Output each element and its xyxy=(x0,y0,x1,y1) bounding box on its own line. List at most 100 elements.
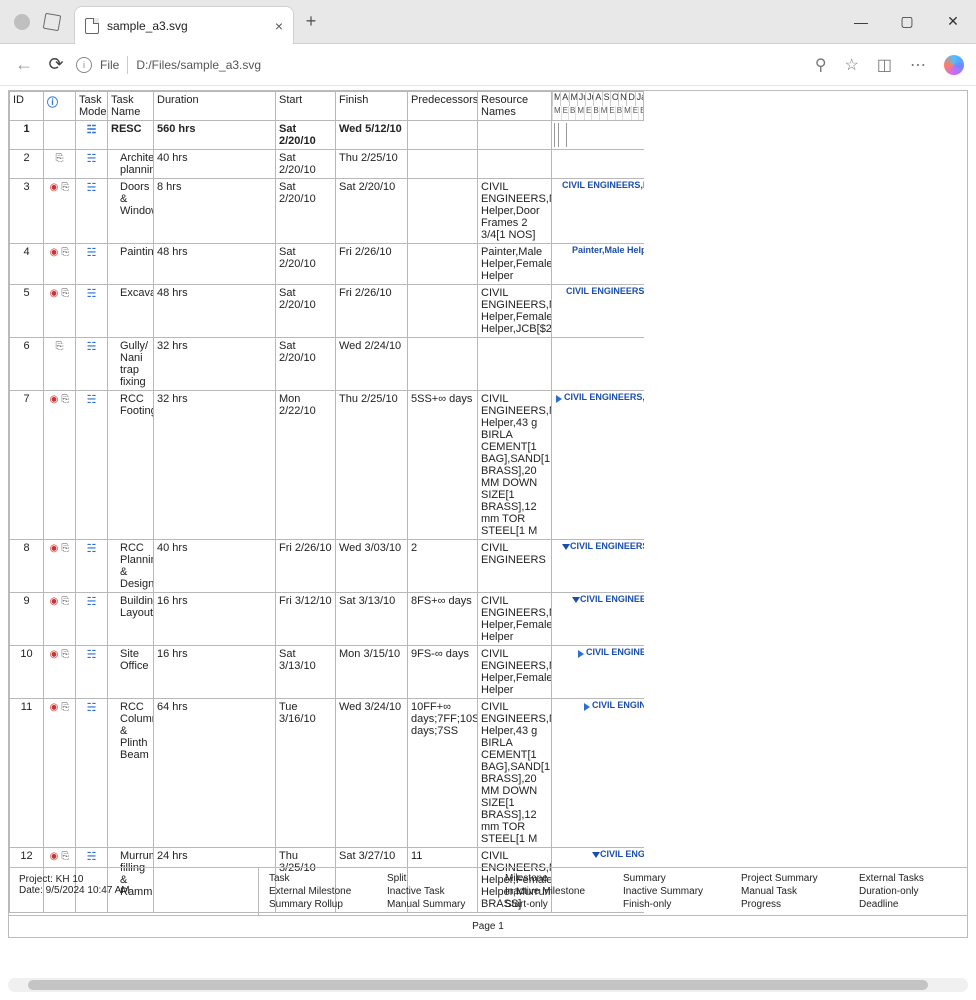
cell-finish: Sat 2/20/10 xyxy=(336,179,408,244)
cell-task-name: RCC Planning & Design xyxy=(108,540,154,593)
scrollbar-thumb[interactable] xyxy=(28,980,928,990)
gantt-header: Mar '10Apr '10May '10Jun '10Jul '10Aug '… xyxy=(552,92,644,121)
col-indicator[interactable]: ⓘ xyxy=(44,92,76,121)
back-button[interactable]: ← xyxy=(12,53,36,77)
col-predecessors[interactable]: Predecessors xyxy=(408,92,478,121)
cell-start: Sat 2/20/10 xyxy=(276,121,336,150)
cell-indicator: ◉ ⎘ xyxy=(44,179,76,244)
cell-resources: Painter,Male Helper,Female Helper xyxy=(478,244,552,285)
cell-duration: 64 hrs xyxy=(154,699,276,848)
cell-task-name: Site Office xyxy=(108,646,154,699)
split-screen-icon[interactable]: ◫ xyxy=(877,55,892,75)
col-finish[interactable]: Finish xyxy=(336,92,408,121)
cell-task-name: Building Layout xyxy=(108,593,154,646)
cell-finish: Fri 2/26/10 xyxy=(336,285,408,338)
cell-start: Sat 3/13/10 xyxy=(276,646,336,699)
timeline-month: Aug '10 xyxy=(593,92,601,106)
profile-icon[interactable] xyxy=(14,14,30,30)
cell-id: 8 xyxy=(10,540,44,593)
col-task-name[interactable]: Task Name xyxy=(108,92,154,121)
cell-duration: 48 hrs xyxy=(154,285,276,338)
site-info-icon[interactable]: i xyxy=(76,57,92,73)
tab-close-button[interactable]: × xyxy=(275,18,283,34)
legend-item: Summary xyxy=(613,872,731,885)
legend-item: Inactive Milestone xyxy=(495,885,613,898)
refresh-button[interactable]: ⟳ xyxy=(44,53,68,77)
table-row[interactable]: 7◉ ⎘☵RCC Footing32 hrsMon 2/22/10Thu 2/2… xyxy=(10,391,967,540)
maximize-button[interactable]: ▢ xyxy=(884,0,930,43)
cell-resources: CIVIL ENGINEERS,Male Helper,Female Helpe… xyxy=(478,285,552,338)
table-row[interactable]: 1☵RESC560 hrsSat 2/20/10Wed 5/12/10 xyxy=(10,121,967,150)
task-table: ID ⓘ Task ModeTask Name Duration Start F… xyxy=(9,91,967,913)
cell-duration: 16 hrs xyxy=(154,646,276,699)
table-row[interactable]: 11◉ ⎘☵RCC Column & Plinth Beam64 hrsTue … xyxy=(10,699,967,848)
table-row[interactable]: 5◉ ⎘☵Excavation48 hrsSat 2/20/10Fri 2/26… xyxy=(10,285,967,338)
col-start[interactable]: Start xyxy=(276,92,336,121)
cell-duration: 40 hrs xyxy=(154,150,276,179)
cell-mode-icon: ☵ xyxy=(76,121,108,150)
cell-gantt: CIVIL ENGINEERS,Male Helper,Female Helpe… xyxy=(552,593,644,646)
legend-item: Milestone xyxy=(495,872,613,885)
favorite-icon[interactable]: ☆ xyxy=(845,55,859,75)
cell-start: Fri 3/12/10 xyxy=(276,593,336,646)
table-row[interactable]: 2⎘☵Architechtural planning40 hrsSat 2/20… xyxy=(10,150,967,179)
table-row[interactable]: 8◉ ⎘☵RCC Planning & Design40 hrsFri 2/26… xyxy=(10,540,967,593)
cell-indicator: ◉ ⎘ xyxy=(44,285,76,338)
cell-indicator: ⎘ xyxy=(44,150,76,179)
cell-task-name: Architechtural planning xyxy=(108,150,154,179)
cell-task-name: RCC Column & Plinth Beam xyxy=(108,699,154,848)
cell-start: Sat 2/20/10 xyxy=(276,338,336,391)
col-resources[interactable]: Resource Names xyxy=(478,92,552,121)
table-row[interactable]: 3◉ ⎘☵Doors & Windows8 hrsSat 2/20/10Sat … xyxy=(10,179,967,244)
date-label: Date: 9/5/2024 10:47 AM xyxy=(19,885,248,896)
legend-item: Manual Task xyxy=(731,885,849,898)
copilot-icon[interactable] xyxy=(944,55,964,75)
cell-id: 10 xyxy=(10,646,44,699)
url-segment[interactable]: i File D:/Files/sample_a3.svg xyxy=(76,56,261,74)
cell-id: 11 xyxy=(10,699,44,848)
cell-mode-icon: ☵ xyxy=(76,391,108,540)
file-scheme-label: File xyxy=(100,58,119,72)
timeline-month: Nov '10 xyxy=(618,92,626,106)
close-window-button[interactable]: ✕ xyxy=(930,0,976,43)
cell-duration: 48 hrs xyxy=(154,244,276,285)
new-tab-button[interactable]: + xyxy=(294,0,328,43)
cell-start: Tue 3/16/10 xyxy=(276,699,336,848)
url-divider xyxy=(127,56,128,74)
cell-finish: Sat 3/13/10 xyxy=(336,593,408,646)
legend-item: Inactive Task xyxy=(377,885,495,898)
cell-mode-icon: ☵ xyxy=(76,593,108,646)
workspace-icon[interactable] xyxy=(43,12,62,31)
timeline-month: Sep '10 xyxy=(602,92,610,106)
table-row[interactable]: 6⎘☵Gully/ Nani trap fixing32 hrsSat 2/20… xyxy=(10,338,967,391)
cell-gantt: CIVIL ENGINEERS,Male Helper,Female Helpe… xyxy=(552,646,644,699)
more-icon[interactable]: ⋯ xyxy=(910,55,926,75)
page-footer-block: Project: KH 10 Date: 9/5/2024 10:47 AM T… xyxy=(9,867,967,915)
table-header-row: ID ⓘ Task ModeTask Name Duration Start F… xyxy=(10,92,967,121)
browser-tab[interactable]: sample_a3.svg × xyxy=(74,6,294,44)
cell-finish: Mon 3/15/10 xyxy=(336,646,408,699)
table-row[interactable]: 9◉ ⎘☵Building Layout16 hrsFri 3/12/10Sat… xyxy=(10,593,967,646)
cell-finish: Thu 2/25/10 xyxy=(336,391,408,540)
legend-item: Manual Summary xyxy=(377,898,495,911)
table-row[interactable]: 4◉ ⎘☵Painting48 hrsSat 2/20/10Fri 2/26/1… xyxy=(10,244,967,285)
gantt-label: CIVIL ENGINEERS,Male Helper,Door Frames … xyxy=(562,180,644,190)
legend-item: Finish-only xyxy=(613,898,731,911)
cell-resources: CIVIL ENGINEERS,Male Helper,Female Helpe… xyxy=(478,593,552,646)
timeline-sub: B xyxy=(638,106,643,120)
table-row[interactable]: 10◉ ⎘☵Site Office16 hrsSat 3/13/10Mon 3/… xyxy=(10,646,967,699)
col-task-mode[interactable]: Task Mode xyxy=(76,92,108,121)
zoom-icon[interactable]: ⚲ xyxy=(815,55,827,75)
cell-mode-icon: ☵ xyxy=(76,540,108,593)
cell-predecessors xyxy=(408,121,478,150)
horizontal-scrollbar[interactable] xyxy=(8,978,968,992)
timeline-sub: M xyxy=(575,106,584,120)
cell-gantt: CIVIL ENGINEERS,Male Helper,43 g BIRLA C… xyxy=(552,699,644,848)
gantt-label: CIVIL ENGINEERS,Male Helper,Female Helpe… xyxy=(600,849,644,859)
col-id[interactable]: ID xyxy=(10,92,44,121)
col-duration[interactable]: Duration xyxy=(154,92,276,121)
minimize-button[interactable]: — xyxy=(838,0,884,43)
gantt-label: Painter,Male Helper,Female Helper xyxy=(572,245,644,255)
cell-task-name: Painting xyxy=(108,244,154,285)
timeline-month: May '10 xyxy=(569,92,577,106)
